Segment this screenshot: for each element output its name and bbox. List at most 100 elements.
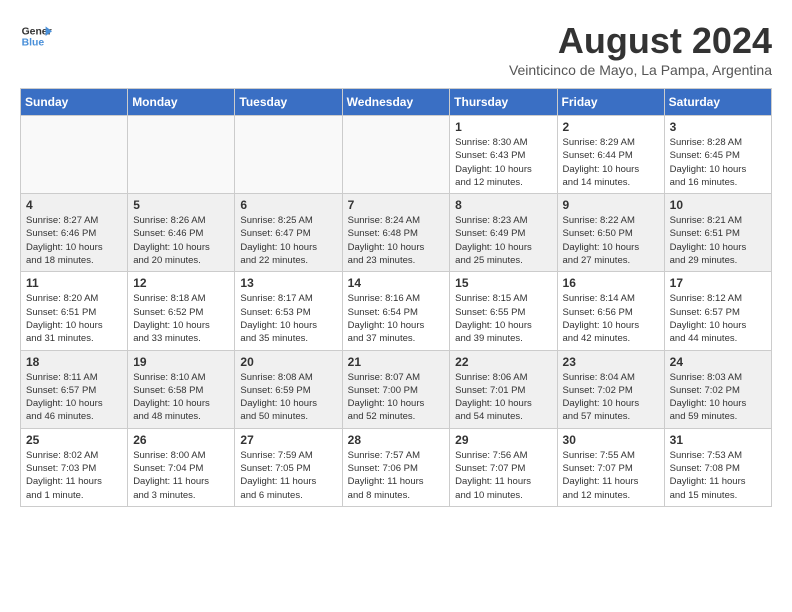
day-info: Sunrise: 8:02 AM Sunset: 7:03 PM Dayligh… bbox=[26, 449, 122, 502]
day-number: 17 bbox=[670, 276, 766, 290]
day-info: Sunrise: 8:14 AM Sunset: 6:56 PM Dayligh… bbox=[563, 292, 659, 345]
day-info: Sunrise: 8:21 AM Sunset: 6:51 PM Dayligh… bbox=[670, 214, 766, 267]
day-number: 12 bbox=[133, 276, 229, 290]
day-number: 5 bbox=[133, 198, 229, 212]
calendar-header-row: SundayMondayTuesdayWednesdayThursdayFrid… bbox=[21, 89, 772, 116]
day-info: Sunrise: 7:57 AM Sunset: 7:06 PM Dayligh… bbox=[348, 449, 445, 502]
day-info: Sunrise: 7:55 AM Sunset: 7:07 PM Dayligh… bbox=[563, 449, 659, 502]
calendar-cell: 1 Sunrise: 8:30 AM Sunset: 6:43 PM Daylig… bbox=[450, 116, 557, 194]
day-info: Sunrise: 8:30 AM Sunset: 6:43 PM Dayligh… bbox=[455, 136, 551, 189]
day-info: Sunrise: 8:23 AM Sunset: 6:49 PM Dayligh… bbox=[455, 214, 551, 267]
day-number: 28 bbox=[348, 433, 445, 447]
day-info: Sunrise: 8:04 AM Sunset: 7:02 PM Dayligh… bbox=[563, 371, 659, 424]
calendar-cell: 3 Sunrise: 8:28 AM Sunset: 6:45 PM Daylig… bbox=[664, 116, 771, 194]
logo-icon: General Blue bbox=[20, 20, 52, 52]
day-number: 7 bbox=[348, 198, 445, 212]
day-number: 20 bbox=[240, 355, 336, 369]
day-info: Sunrise: 7:56 AM Sunset: 7:07 PM Dayligh… bbox=[455, 449, 551, 502]
calendar-cell: 18Sunrise: 8:11 AM Sunset: 6:57 PM Dayli… bbox=[21, 350, 128, 428]
day-number: 9 bbox=[563, 198, 659, 212]
day-info: Sunrise: 8:29 AM Sunset: 6:44 PM Dayligh… bbox=[563, 136, 659, 189]
calendar-cell: 8Sunrise: 8:23 AM Sunset: 6:49 PM Daylig… bbox=[450, 194, 557, 272]
calendar-cell bbox=[21, 116, 128, 194]
calendar-cell: 14 Sunrise: 8:16 AM Sunset: 6:54 PM Dayli… bbox=[342, 272, 450, 350]
day-number: 22 bbox=[455, 355, 551, 369]
day-info: Sunrise: 8:06 AM Sunset: 7:01 PM Dayligh… bbox=[455, 371, 551, 424]
col-header-thursday: Thursday bbox=[450, 89, 557, 116]
calendar-cell: 31Sunrise: 7:53 AM Sunset: 7:08 PM Dayli… bbox=[664, 428, 771, 506]
calendar-cell bbox=[342, 116, 450, 194]
calendar-week-row: 25Sunrise: 8:02 AM Sunset: 7:03 PM Dayli… bbox=[21, 428, 772, 506]
day-info: Sunrise: 8:16 AM Sunset: 6:54 PM Dayligh… bbox=[348, 292, 445, 345]
day-info: Sunrise: 8:11 AM Sunset: 6:57 PM Dayligh… bbox=[26, 371, 122, 424]
day-number: 21 bbox=[348, 355, 445, 369]
col-header-sunday: Sunday bbox=[21, 89, 128, 116]
day-number: 2 bbox=[563, 120, 659, 134]
calendar-cell: 12Sunrise: 8:18 AM Sunset: 6:52 PM Dayli… bbox=[128, 272, 235, 350]
calendar-cell: 7 Sunrise: 8:24 AM Sunset: 6:48 PM Daylig… bbox=[342, 194, 450, 272]
day-info: Sunrise: 8:27 AM Sunset: 6:46 PM Dayligh… bbox=[26, 214, 122, 267]
day-number: 10 bbox=[670, 198, 766, 212]
calendar-cell: 13 Sunrise: 8:17 AM Sunset: 6:53 PM Dayli… bbox=[235, 272, 342, 350]
title-block: August 2024 Veinticinco de Mayo, La Pamp… bbox=[509, 20, 772, 78]
calendar-week-row: 11 Sunrise: 8:20 AM Sunset: 6:51 PM Dayli… bbox=[21, 272, 772, 350]
day-number: 15 bbox=[455, 276, 551, 290]
page-header: General Blue August 2024 Veinticinco de … bbox=[20, 20, 772, 78]
calendar-cell: 29 Sunrise: 7:56 AM Sunset: 7:07 PM Dayli… bbox=[450, 428, 557, 506]
location: Veinticinco de Mayo, La Pampa, Argentina bbox=[509, 62, 772, 78]
calendar-cell: 30 Sunrise: 7:55 AM Sunset: 7:07 PM Dayli… bbox=[557, 428, 664, 506]
calendar-cell: 26 Sunrise: 8:00 AM Sunset: 7:04 PM Dayli… bbox=[128, 428, 235, 506]
day-number: 3 bbox=[670, 120, 766, 134]
day-number: 13 bbox=[240, 276, 336, 290]
day-number: 4 bbox=[26, 198, 122, 212]
calendar-week-row: 4 Sunrise: 8:27 AM Sunset: 6:46 PM Daylig… bbox=[21, 194, 772, 272]
day-info: Sunrise: 8:26 AM Sunset: 6:46 PM Dayligh… bbox=[133, 214, 229, 267]
day-number: 24 bbox=[670, 355, 766, 369]
day-info: Sunrise: 7:53 AM Sunset: 7:08 PM Dayligh… bbox=[670, 449, 766, 502]
calendar-week-row: 1 Sunrise: 8:30 AM Sunset: 6:43 PM Daylig… bbox=[21, 116, 772, 194]
day-info: Sunrise: 8:12 AM Sunset: 6:57 PM Dayligh… bbox=[670, 292, 766, 345]
day-info: Sunrise: 8:24 AM Sunset: 6:48 PM Dayligh… bbox=[348, 214, 445, 267]
day-info: Sunrise: 8:28 AM Sunset: 6:45 PM Dayligh… bbox=[670, 136, 766, 189]
calendar-cell bbox=[235, 116, 342, 194]
day-info: Sunrise: 8:22 AM Sunset: 6:50 PM Dayligh… bbox=[563, 214, 659, 267]
day-info: Sunrise: 8:08 AM Sunset: 6:59 PM Dayligh… bbox=[240, 371, 336, 424]
day-info: Sunrise: 8:17 AM Sunset: 6:53 PM Dayligh… bbox=[240, 292, 336, 345]
col-header-tuesday: Tuesday bbox=[235, 89, 342, 116]
calendar-cell: 17 Sunrise: 8:12 AM Sunset: 6:57 PM Dayli… bbox=[664, 272, 771, 350]
calendar-cell: 16 Sunrise: 8:14 AM Sunset: 6:56 PM Dayli… bbox=[557, 272, 664, 350]
calendar-cell: 19 Sunrise: 8:10 AM Sunset: 6:58 PM Dayli… bbox=[128, 350, 235, 428]
calendar-cell: 24Sunrise: 8:03 AM Sunset: 7:02 PM Dayli… bbox=[664, 350, 771, 428]
calendar-week-row: 18Sunrise: 8:11 AM Sunset: 6:57 PM Dayli… bbox=[21, 350, 772, 428]
day-info: Sunrise: 8:20 AM Sunset: 6:51 PM Dayligh… bbox=[26, 292, 122, 345]
calendar-cell: 22 Sunrise: 8:06 AM Sunset: 7:01 PM Dayli… bbox=[450, 350, 557, 428]
day-info: Sunrise: 8:10 AM Sunset: 6:58 PM Dayligh… bbox=[133, 371, 229, 424]
day-number: 6 bbox=[240, 198, 336, 212]
day-info: Sunrise: 7:59 AM Sunset: 7:05 PM Dayligh… bbox=[240, 449, 336, 502]
day-number: 29 bbox=[455, 433, 551, 447]
day-number: 30 bbox=[563, 433, 659, 447]
calendar-cell: 9 Sunrise: 8:22 AM Sunset: 6:50 PM Daylig… bbox=[557, 194, 664, 272]
day-info: Sunrise: 8:25 AM Sunset: 6:47 PM Dayligh… bbox=[240, 214, 336, 267]
calendar-cell: 2 Sunrise: 8:29 AM Sunset: 6:44 PM Daylig… bbox=[557, 116, 664, 194]
svg-text:Blue: Blue bbox=[22, 38, 45, 49]
day-number: 27 bbox=[240, 433, 336, 447]
calendar-cell: 6 Sunrise: 8:25 AM Sunset: 6:47 PM Daylig… bbox=[235, 194, 342, 272]
calendar-cell: 28 Sunrise: 7:57 AM Sunset: 7:06 PM Dayli… bbox=[342, 428, 450, 506]
day-number: 16 bbox=[563, 276, 659, 290]
calendar-cell: 23 Sunrise: 8:04 AM Sunset: 7:02 PM Dayli… bbox=[557, 350, 664, 428]
day-number: 1 bbox=[455, 120, 551, 134]
day-number: 26 bbox=[133, 433, 229, 447]
col-header-wednesday: Wednesday bbox=[342, 89, 450, 116]
day-number: 23 bbox=[563, 355, 659, 369]
day-info: Sunrise: 8:00 AM Sunset: 7:04 PM Dayligh… bbox=[133, 449, 229, 502]
col-header-friday: Friday bbox=[557, 89, 664, 116]
day-number: 14 bbox=[348, 276, 445, 290]
month-year: August 2024 bbox=[509, 20, 772, 62]
day-number: 11 bbox=[26, 276, 122, 290]
calendar-cell: 25Sunrise: 8:02 AM Sunset: 7:03 PM Dayli… bbox=[21, 428, 128, 506]
calendar-cell: 10 Sunrise: 8:21 AM Sunset: 6:51 PM Dayli… bbox=[664, 194, 771, 272]
day-number: 19 bbox=[133, 355, 229, 369]
col-header-monday: Monday bbox=[128, 89, 235, 116]
calendar-cell: 20 Sunrise: 8:08 AM Sunset: 6:59 PM Dayli… bbox=[235, 350, 342, 428]
